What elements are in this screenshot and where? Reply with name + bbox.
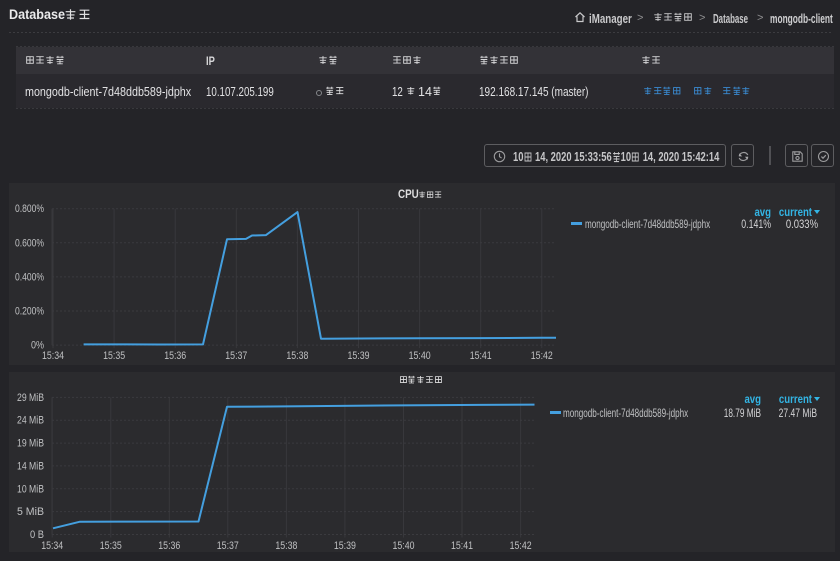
svg-text:15:39: 15:39 [334,540,356,552]
svg-text:0.200%: 0.200% [15,305,44,317]
svg-text:15:38: 15:38 [275,540,297,552]
svg-text:15:40: 15:40 [409,350,431,362]
svg-text:15:40: 15:40 [393,540,415,552]
svg-text:15:35: 15:35 [100,540,122,552]
svg-text:15:36: 15:36 [158,540,180,552]
svg-text:15:41: 15:41 [470,350,492,362]
svg-text:0.600%: 0.600% [15,237,44,249]
svg-text:15:37: 15:37 [225,350,247,362]
svg-text:15:36: 15:36 [164,350,186,362]
svg-text:15:39: 15:39 [348,350,370,362]
svg-text:14 MiB: 14 MiB [17,460,44,472]
svg-text:0.800%: 0.800% [15,203,44,215]
svg-text:15:37: 15:37 [217,540,239,552]
svg-text:24 MiB: 24 MiB [17,414,44,426]
svg-text:15:34: 15:34 [41,540,63,552]
svg-text:15:38: 15:38 [286,350,308,362]
svg-text:29 MiB: 29 MiB [17,391,44,403]
svg-text:5 MiB: 5 MiB [17,506,44,518]
svg-text:15:35: 15:35 [103,350,125,362]
svg-text:15:34: 15:34 [42,350,64,362]
svg-text:15:41: 15:41 [451,540,473,552]
svg-text:0.400%: 0.400% [15,271,44,283]
svg-text:15:42: 15:42 [510,540,532,552]
svg-text:19 MiB: 19 MiB [17,437,44,449]
svg-text:10 MiB: 10 MiB [17,483,44,495]
svg-text:15:42: 15:42 [531,350,553,362]
